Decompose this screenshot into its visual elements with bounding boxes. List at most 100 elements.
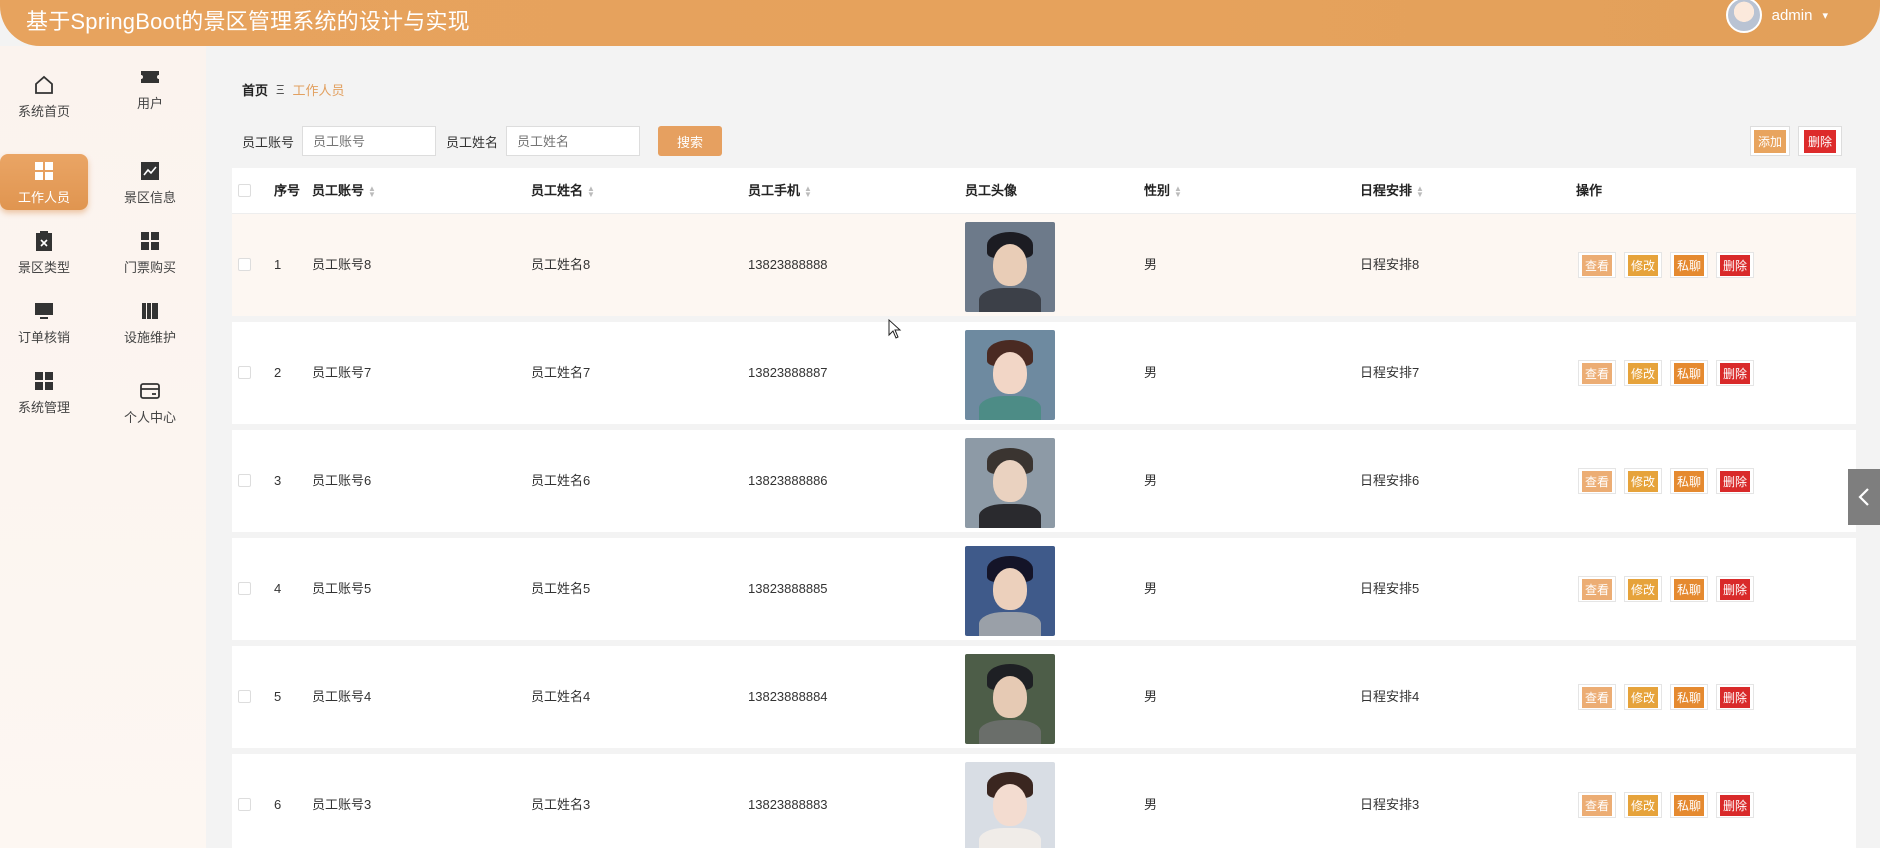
edit-button[interactable]: 修改 bbox=[1624, 684, 1663, 710]
user-name[interactable]: admin bbox=[1772, 7, 1813, 24]
mouse-cursor-icon bbox=[888, 319, 902, 339]
column-header-label: 员工手机 bbox=[748, 183, 801, 198]
edit-button[interactable]: 修改 bbox=[1624, 792, 1663, 818]
grid-icon bbox=[138, 229, 162, 253]
sort-icon[interactable]: ▲ ▼ bbox=[804, 184, 812, 198]
column-header-phone[interactable]: 员工手机 ▲ ▼ bbox=[748, 168, 812, 214]
staff-avatar-image[interactable] bbox=[965, 438, 1055, 528]
column-header-name[interactable]: 员工姓名 ▲ ▼ bbox=[531, 168, 595, 214]
chat-button[interactable]: 私聊 bbox=[1670, 468, 1709, 494]
search-button[interactable]: 搜索 bbox=[658, 126, 723, 156]
sort-icon[interactable]: ▲ ▼ bbox=[1416, 184, 1424, 198]
view-button[interactable]: 查看 bbox=[1578, 360, 1617, 386]
user-avatar[interactable] bbox=[1725, 0, 1762, 33]
row-checkbox[interactable] bbox=[238, 582, 251, 595]
chat-button[interactable]: 私聊 bbox=[1670, 576, 1709, 602]
row-checkbox[interactable] bbox=[238, 366, 251, 379]
delete-button[interactable]: 删除 bbox=[1716, 792, 1755, 818]
chat-button[interactable]: 私聊 bbox=[1670, 792, 1709, 818]
sidebar-item-ticket-purchase[interactable]: 门票购买 bbox=[106, 224, 194, 280]
user-menu[interactable]: admin ▾ bbox=[1725, 0, 1828, 33]
delete-button-label: 删除 bbox=[1720, 578, 1751, 600]
row-checkbox[interactable] bbox=[238, 798, 251, 811]
row-name: 员工姓名8 bbox=[531, 257, 591, 272]
chevron-down-icon[interactable]: ▾ bbox=[1822, 9, 1828, 22]
row-account: 员工账号4 bbox=[312, 689, 372, 704]
edit-button-label: 修改 bbox=[1628, 254, 1659, 276]
chat-button[interactable]: 私聊 bbox=[1670, 684, 1709, 710]
delete-button[interactable]: 删除 bbox=[1716, 576, 1755, 602]
delete-button[interactable]: 删除 bbox=[1716, 468, 1755, 494]
row-checkbox[interactable] bbox=[238, 474, 251, 487]
add-button[interactable]: 添加 bbox=[1750, 126, 1790, 156]
chat-button[interactable]: 私聊 bbox=[1670, 360, 1709, 386]
delete-button[interactable]: 删除 bbox=[1716, 360, 1755, 386]
row-gender: 男 bbox=[1144, 365, 1158, 380]
row-gender: 男 bbox=[1144, 797, 1158, 812]
select-all-checkbox[interactable] bbox=[238, 184, 251, 197]
view-button[interactable]: 查看 bbox=[1578, 468, 1617, 494]
breadcrumb: 首页 Ξ 工作人员 bbox=[242, 80, 344, 99]
delete-button[interactable]: 删除 bbox=[1716, 684, 1755, 710]
staff-avatar-image[interactable] bbox=[965, 222, 1055, 312]
row-actions: 查看 修改 私聊 删除 bbox=[1578, 538, 1755, 640]
edit-button[interactable]: 修改 bbox=[1624, 468, 1663, 494]
column-header-account[interactable]: 员工账号 ▲ ▼ bbox=[312, 168, 376, 214]
sidebar-item-home[interactable]: 系统首页 bbox=[0, 68, 88, 124]
view-button-label: 查看 bbox=[1582, 470, 1613, 492]
sidebar-item-label: 景区类型 bbox=[17, 259, 70, 275]
view-button[interactable]: 查看 bbox=[1578, 252, 1617, 278]
collapse-toggle[interactable] bbox=[1848, 469, 1880, 525]
monitor-icon bbox=[32, 299, 56, 323]
view-button[interactable]: 查看 bbox=[1578, 684, 1617, 710]
staff-avatar-image[interactable] bbox=[965, 654, 1055, 744]
view-button[interactable]: 查看 bbox=[1578, 576, 1617, 602]
sort-icon[interactable]: ▲ ▼ bbox=[587, 184, 595, 198]
table-row: 1 员工账号8 员工姓名8 13823888888 男 日程安排8 查看 修改 私聊 删除 bbox=[232, 214, 1856, 316]
staff-avatar-image[interactable] bbox=[965, 330, 1055, 420]
row-account: 员工账号7 bbox=[312, 365, 372, 380]
name-search-input[interactable] bbox=[506, 126, 641, 156]
table-row: 3 员工账号6 员工姓名6 13823888886 男 日程安排6 查看 修改 私聊 删除 bbox=[232, 430, 1856, 532]
sidebar-item-profile[interactable]: 个人中心 bbox=[106, 374, 194, 430]
clipboard-icon bbox=[32, 229, 56, 253]
sidebar-item-scenic-type[interactable]: 景区类型 bbox=[0, 224, 88, 280]
breadcrumb-home[interactable]: 首页 bbox=[242, 80, 268, 99]
delete-button-label: 删除 bbox=[1720, 470, 1751, 492]
batch-delete-button[interactable]: 删除 bbox=[1798, 126, 1842, 156]
sidebar-item-facility[interactable]: 设施维护 bbox=[106, 294, 194, 350]
sidebar-item-scenic-info[interactable]: 景区信息 bbox=[106, 154, 194, 210]
sort-icon[interactable]: ▲ ▼ bbox=[368, 184, 376, 198]
search-bar: 员工账号 员工姓名 搜索 bbox=[242, 126, 723, 156]
column-header-gender[interactable]: 性别 ▲ ▼ bbox=[1144, 168, 1182, 214]
delete-button[interactable]: 删除 bbox=[1716, 252, 1755, 278]
view-button[interactable]: 查看 bbox=[1578, 792, 1617, 818]
sort-icon[interactable]: ▲ ▼ bbox=[1174, 184, 1182, 198]
table-row: 5 员工账号4 员工姓名4 13823888884 男 日程安排4 查看 修改 私聊 删除 bbox=[232, 646, 1856, 748]
chat-button[interactable]: 私聊 bbox=[1670, 252, 1709, 278]
edit-button[interactable]: 修改 bbox=[1624, 252, 1663, 278]
chevron-left-icon[interactable] bbox=[1857, 486, 1871, 508]
column-header-schedule[interactable]: 日程安排 ▲ ▼ bbox=[1360, 168, 1424, 214]
staff-avatar-image[interactable] bbox=[965, 546, 1055, 636]
sidebar: 系统首页 用户 工作人员 景区信息 景区类型 门票购买 订单核销 设施维护 系统… bbox=[0, 46, 206, 848]
sidebar-item-label: 工作人员 bbox=[17, 189, 70, 205]
row-checkbox[interactable] bbox=[238, 258, 251, 271]
row-actions: 查看 修改 私聊 删除 bbox=[1578, 430, 1755, 532]
edit-button[interactable]: 修改 bbox=[1624, 360, 1663, 386]
staff-avatar-image[interactable] bbox=[965, 762, 1055, 848]
row-checkbox[interactable] bbox=[238, 690, 251, 703]
staff-table: 序号 员工账号 ▲ ▼ 员工姓名 ▲ ▼ 员工手机 ▲ ▼ 员工头像 性别 ▲ ▼ 日程安排 ▲ ▼… bbox=[232, 168, 1856, 848]
sidebar-item-system[interactable]: 系统管理 bbox=[0, 364, 88, 420]
edit-button-label: 修改 bbox=[1628, 794, 1659, 816]
row-actions: 查看 修改 私聊 删除 bbox=[1578, 754, 1755, 848]
column-header-avatar: 员工头像 bbox=[965, 183, 1018, 198]
account-search-input[interactable] bbox=[302, 126, 437, 156]
sidebar-item-staff[interactable]: 工作人员 bbox=[0, 154, 88, 210]
account-label: 员工账号 bbox=[242, 134, 295, 150]
table-header: 序号 员工账号 ▲ ▼ 员工姓名 ▲ ▼ 员工手机 ▲ ▼ 员工头像 性别 ▲ ▼ 日程安排 ▲ ▼… bbox=[232, 168, 1856, 214]
sidebar-item-users[interactable]: 用户 bbox=[106, 60, 194, 116]
chat-button-label: 私聊 bbox=[1674, 254, 1705, 276]
edit-button[interactable]: 修改 bbox=[1624, 576, 1663, 602]
sidebar-item-order-verify[interactable]: 订单核销 bbox=[0, 294, 88, 350]
